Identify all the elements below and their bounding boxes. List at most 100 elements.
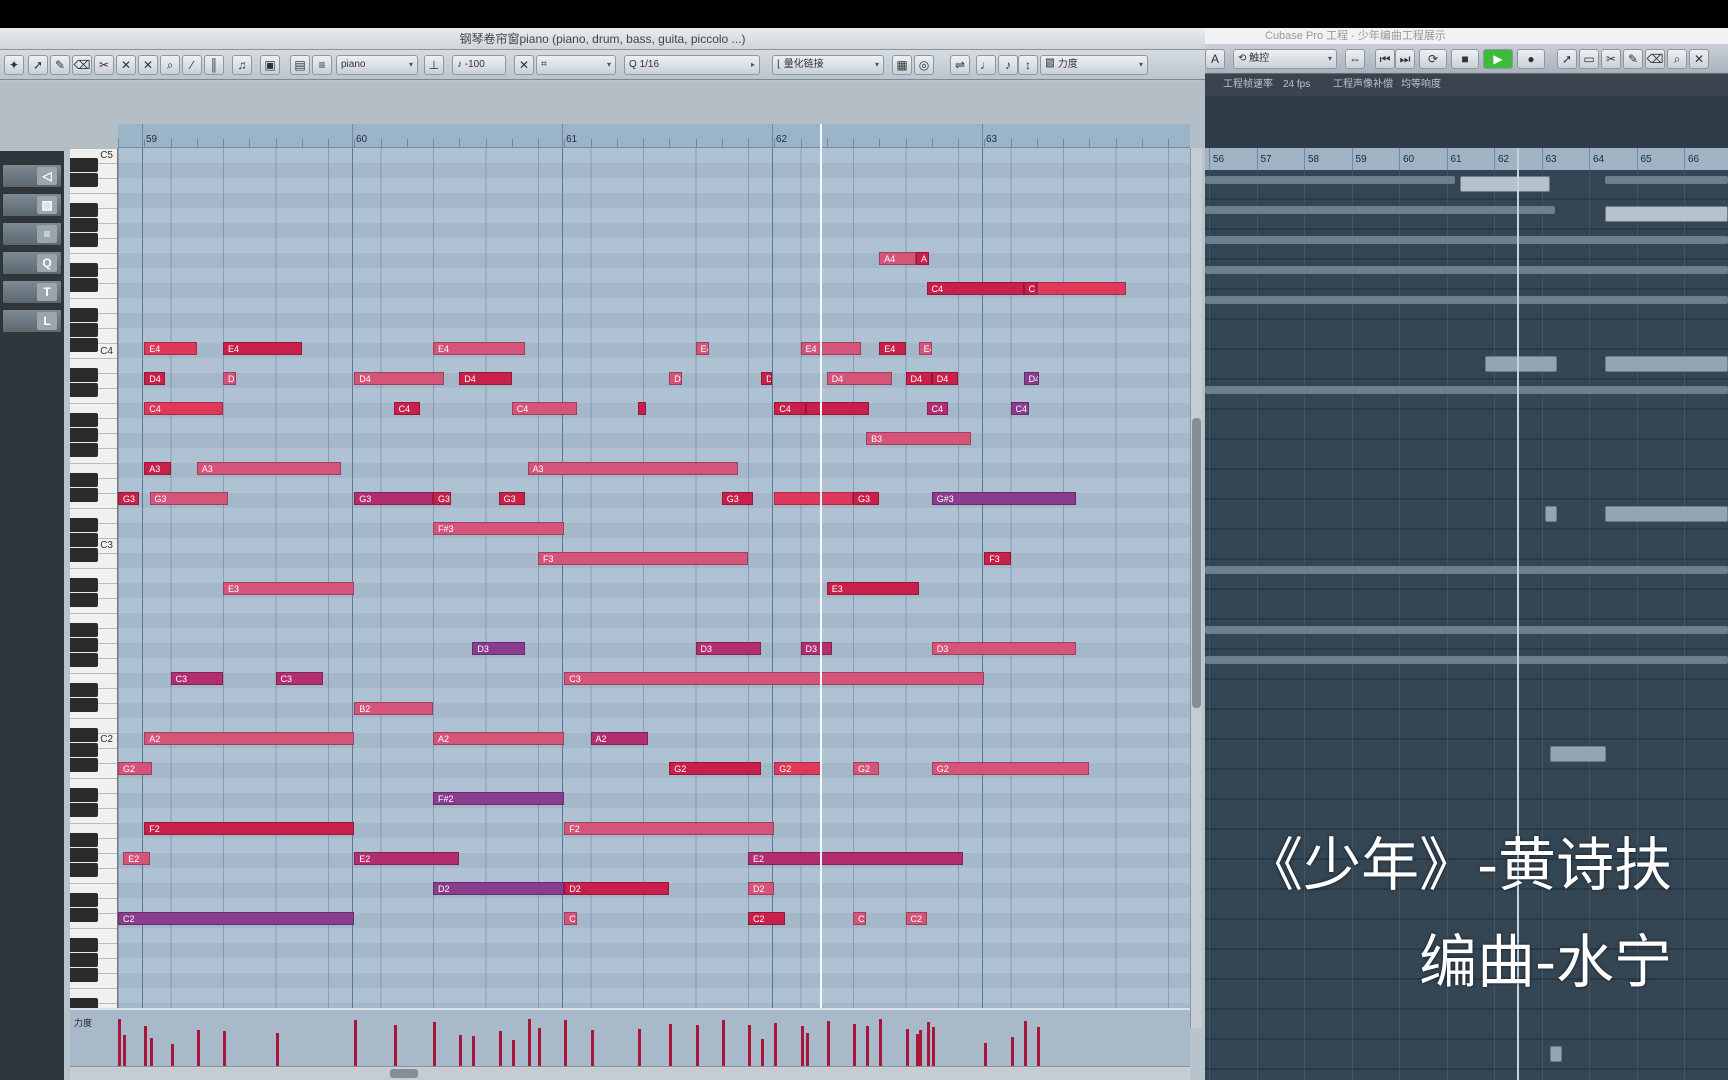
- mute-tool-icon[interactable]: ✕: [138, 55, 158, 75]
- black-key[interactable]: [70, 638, 98, 652]
- velocity-bar[interactable]: [433, 1028, 436, 1066]
- auto-scroll-icon[interactable]: ▣: [260, 55, 280, 75]
- midi-note[interactable]: E3: [223, 582, 355, 595]
- note-grid[interactable]: E4E4E4E4E4E4E4A4AC4CD4DD4D4DDD4D4D4D4C4C…: [118, 148, 1190, 1008]
- midi-note[interactable]: A3: [527, 462, 738, 475]
- side-tab-chord[interactable]: ▧: [2, 193, 62, 217]
- controller-dropdown[interactable]: ▩ 力度 ▾: [1040, 55, 1148, 75]
- midi-note[interactable]: A2: [433, 732, 565, 745]
- midi-note[interactable]: E4: [144, 342, 197, 355]
- side-tab-length[interactable]: L: [2, 309, 62, 333]
- black-key[interactable]: [70, 848, 98, 862]
- midi-note[interactable]: D: [761, 372, 772, 385]
- midi-note[interactable]: C3: [275, 672, 323, 685]
- velocity-bar[interactable]: [123, 1035, 127, 1066]
- grid-type-dropdown[interactable]: ⌗ ▾: [536, 55, 616, 75]
- quantize-link-dropdown[interactable]: ⌊ 量化链接 ▾: [772, 55, 884, 75]
- note-tools-icon[interactable]: ♪: [998, 55, 1018, 75]
- black-key[interactable]: [70, 443, 98, 457]
- velocity-bar[interactable]: [196, 1030, 200, 1066]
- velocity-bar[interactable]: [931, 1027, 935, 1066]
- goto-end-icon[interactable]: ⏭: [1395, 49, 1415, 69]
- project-event-part[interactable]: [1485, 356, 1557, 372]
- midi-note[interactable]: E2: [123, 852, 150, 865]
- velocity-bar[interactable]: [761, 1039, 765, 1066]
- velocity-bar[interactable]: [669, 1034, 673, 1066]
- midi-note[interactable]: C4: [144, 402, 223, 415]
- midi-note[interactable]: C3: [564, 672, 985, 685]
- velocity-bar[interactable]: [1036, 1027, 1040, 1066]
- project-event-part[interactable]: [1605, 356, 1728, 372]
- midi-note[interactable]: E2: [748, 852, 964, 865]
- black-key[interactable]: [70, 323, 98, 337]
- midi-note[interactable]: G3: [433, 492, 452, 505]
- project-event-part[interactable]: [1205, 266, 1728, 274]
- side-tab-inspector[interactable]: ◁: [2, 164, 62, 188]
- project-event-part[interactable]: [1205, 566, 1728, 574]
- velocity-bar[interactable]: [590, 1030, 594, 1066]
- black-key[interactable]: [70, 518, 98, 532]
- midi-note[interactable]: D4: [931, 372, 958, 385]
- midi-note[interactable]: D4: [826, 372, 893, 385]
- project-event-part[interactable]: [1205, 296, 1728, 304]
- black-key[interactable]: [70, 938, 98, 952]
- side-tab-q[interactable]: Q: [2, 251, 62, 275]
- velocity-bar[interactable]: [805, 1033, 809, 1066]
- black-key[interactable]: [70, 413, 98, 427]
- velocity-bar[interactable]: [916, 1034, 919, 1066]
- velocity-bar[interactable]: [748, 1025, 751, 1066]
- velocity-bar[interactable]: [498, 1031, 502, 1066]
- pan-law-value[interactable]: 均等响度: [1401, 74, 1441, 96]
- velocity-bar[interactable]: [538, 1028, 541, 1066]
- frame-rate-label[interactable]: 工程帧速率: [1223, 74, 1273, 96]
- edit-active-part-icon[interactable]: ▤: [290, 55, 310, 75]
- velocity-lane[interactable]: 力度: [70, 1008, 1190, 1066]
- midi-note[interactable]: D2: [564, 882, 670, 895]
- velocity-bar[interactable]: [774, 1023, 778, 1066]
- activate-project-icon[interactable]: A: [1205, 49, 1225, 69]
- project-event-part[interactable]: [1605, 506, 1728, 522]
- black-key[interactable]: [70, 428, 98, 442]
- black-key[interactable]: [70, 728, 98, 742]
- black-key[interactable]: [70, 383, 98, 397]
- draw-tool-icon[interactable]: ✎: [50, 55, 70, 75]
- velocity-bar[interactable]: [984, 1043, 988, 1066]
- velocity-field[interactable]: ♪ -100: [452, 55, 506, 75]
- velocity-bar[interactable]: [905, 1029, 909, 1066]
- velocity-bar[interactable]: [354, 1024, 358, 1066]
- black-key[interactable]: [70, 908, 98, 922]
- project-event-part[interactable]: [1205, 176, 1455, 184]
- stop-icon[interactable]: ■: [1451, 49, 1479, 69]
- velocity-bar[interactable]: [275, 1033, 279, 1066]
- midi-note[interactable]: C2: [905, 912, 927, 925]
- black-key[interactable]: [70, 158, 98, 172]
- midi-note[interactable]: F3: [984, 552, 1011, 565]
- black-key[interactable]: [70, 278, 98, 292]
- playhead-cursor[interactable]: [820, 124, 822, 1008]
- midi-note[interactable]: C4: [926, 402, 948, 415]
- chord-icon[interactable]: ♫: [232, 55, 252, 75]
- midi-note[interactable]: G3: [498, 492, 525, 505]
- transform-icon[interactable]: ↕: [1018, 55, 1038, 75]
- black-key[interactable]: [70, 578, 98, 592]
- black-key[interactable]: [70, 338, 98, 352]
- midi-note[interactable]: A2: [590, 732, 649, 745]
- midi-note[interactable]: F#2: [433, 792, 565, 805]
- erase-icon[interactable]: ⌫: [1645, 49, 1665, 69]
- velocity-bar[interactable]: [149, 1038, 153, 1066]
- midi-note[interactable]: A3: [196, 462, 342, 475]
- split-icon[interactable]: ✂: [1601, 49, 1621, 69]
- velocity-bar[interactable]: [1023, 1021, 1027, 1066]
- velocity-bar[interactable]: [879, 1019, 883, 1066]
- arrow-tool-icon[interactable]: ➚: [28, 55, 48, 75]
- frame-rate-value[interactable]: 24 fps: [1283, 74, 1310, 96]
- midi-note[interactable]: C2: [853, 912, 867, 925]
- project-event-part[interactable]: [1550, 746, 1606, 762]
- midi-note[interactable]: G3: [149, 492, 229, 505]
- velocity-bar[interactable]: [564, 1036, 568, 1066]
- velocity-bar[interactable]: [393, 1025, 397, 1066]
- velocity-bar[interactable]: [459, 1035, 463, 1066]
- erase-tool-icon[interactable]: ⌫: [72, 55, 92, 75]
- velocity-bar[interactable]: [800, 1040, 804, 1066]
- midi-note[interactable]: [805, 402, 869, 415]
